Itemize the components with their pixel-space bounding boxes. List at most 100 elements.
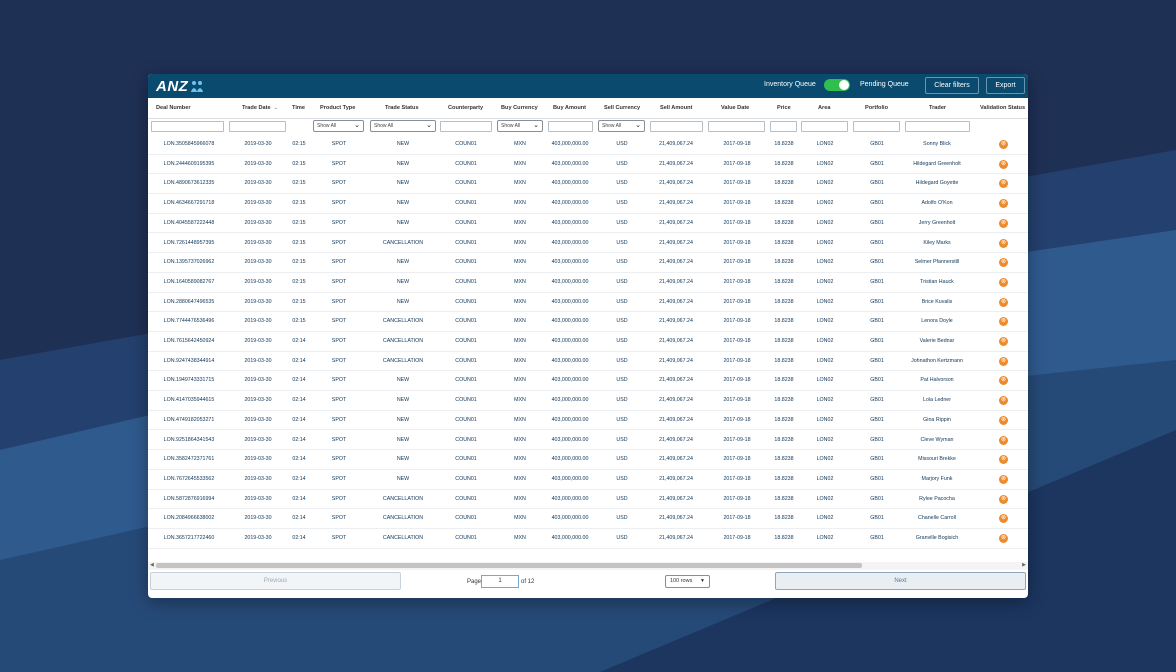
trade-status-filter[interactable]: Show All ⌄ <box>370 120 436 132</box>
col-trader[interactable]: Trader <box>929 105 946 111</box>
cell-buy-currency: MXN <box>514 180 526 187</box>
scroll-left-icon[interactable]: ◀ <box>150 562 154 568</box>
area-filter[interactable] <box>801 121 848 132</box>
cell-price: 18.8238 <box>774 219 794 226</box>
sort-icon[interactable]: ⌄ <box>274 105 278 111</box>
table-row[interactable]: LON.7672645533562 2019-03-30 02:14 SPOT NEW C… <box>148 470 1028 490</box>
col-trade-status[interactable]: Trade Status <box>385 105 419 111</box>
table-row[interactable]: LON.4634667291718 2019-03-30 02:15 SPOT NEW C… <box>148 194 1028 214</box>
col-buy-amount[interactable]: Buy Amount <box>553 105 586 111</box>
scrollbar-thumb[interactable] <box>156 563 862 568</box>
table-row[interactable]: LON.7744476536496 2019-03-30 02:15 SPOT CANC… <box>148 312 1028 332</box>
table-row[interactable]: LON.7615642450924 2019-03-30 02:14 SPOT CANC… <box>148 332 1028 352</box>
col-area[interactable]: Area <box>818 105 830 111</box>
col-product-type[interactable]: Product Type <box>320 105 355 111</box>
error-circle-icon[interactable]: ⊗ <box>999 140 1008 149</box>
export-button[interactable]: Export <box>986 77 1025 94</box>
error-circle-icon[interactable]: ⊗ <box>999 179 1008 189</box>
error-circle-icon[interactable]: ⊗ <box>999 159 1008 169</box>
table-row[interactable]: LON.3505845966078 2019-03-30 02:15 SPOT NEW C… <box>148 135 1028 155</box>
trader-filter[interactable] <box>905 121 970 132</box>
table-row[interactable]: LON.3657217722460 2019-03-30 02:14 SPOT CANC… <box>148 529 1028 549</box>
price-filter[interactable] <box>770 121 797 132</box>
table-row[interactable]: LON.9247438344914 2019-03-30 02:14 SPOT CANC… <box>148 352 1028 372</box>
previous-button[interactable]: Previous <box>150 572 401 590</box>
cell-counterparty: COUN01 <box>455 357 477 364</box>
col-sell-amount[interactable]: Sell Amount <box>660 105 692 111</box>
error-circle-icon[interactable]: ⊗ <box>999 277 1008 287</box>
error-circle-icon[interactable]: ⊗ <box>999 258 1008 268</box>
table-row[interactable]: LON.9251864341543 2019-03-30 02:14 SPOT NEW C… <box>148 431 1028 451</box>
cell-product-type: SPOT <box>331 239 347 246</box>
rows-per-page-select[interactable]: 100 rows ▼ <box>665 575 710 588</box>
value-date-filter[interactable] <box>708 121 765 132</box>
sell-amount-filter[interactable] <box>650 121 703 132</box>
cell-trade-date: 2019-03-30 <box>244 377 272 384</box>
trade-date-filter[interactable] <box>229 121 286 132</box>
error-circle-icon[interactable]: ⊗ <box>999 455 1008 465</box>
clear-filters-button[interactable]: Clear filters <box>925 77 979 94</box>
portfolio-filter[interactable] <box>853 121 900 132</box>
col-counterparty[interactable]: Counterparty <box>448 105 483 111</box>
col-time[interactable]: Time <box>292 105 305 111</box>
next-button[interactable]: Next <box>775 572 1026 590</box>
error-circle-icon[interactable]: ⊗ <box>999 356 1008 366</box>
cell-sell-amount: 21,409,067.24 <box>659 278 693 285</box>
col-portfolio[interactable]: Portfolio <box>865 105 888 111</box>
error-circle-icon[interactable]: ⊗ <box>999 435 1008 445</box>
table-row[interactable]: LON.2880647496535 2019-03-30 02:15 SPOT NEW C… <box>148 293 1028 313</box>
table-row[interactable]: LON.1949743331715 2019-03-30 02:14 SPOT NEW C… <box>148 371 1028 392</box>
col-price[interactable]: Price <box>777 105 791 111</box>
error-circle-icon[interactable]: ⊗ <box>999 218 1008 228</box>
deal-number-filter[interactable] <box>151 121 224 132</box>
table-row[interactable]: LON.3582472371761 2019-03-30 02:14 SPOT NEW C… <box>148 450 1028 470</box>
col-value-date[interactable]: Value Date <box>721 105 749 111</box>
cell-trader: Lola Ledner <box>923 397 951 404</box>
error-circle-icon[interactable]: ⊗ <box>999 317 1008 327</box>
scroll-right-icon[interactable]: ▶ <box>1022 562 1026 568</box>
col-validation-status[interactable]: Validation Status <box>980 105 1025 111</box>
table-row[interactable]: LON.1640589082767 2019-03-30 02:15 SPOT NEW C… <box>148 273 1028 293</box>
col-trade-date[interactable]: Trade Date ⌄ <box>242 105 278 111</box>
error-circle-icon[interactable]: ⊗ <box>999 199 1008 209</box>
table-row[interactable]: LON.4749182053271 2019-03-30 02:14 SPOT NEW C… <box>148 411 1028 431</box>
error-circle-icon[interactable]: ⊗ <box>999 396 1008 406</box>
error-circle-icon[interactable]: ⊗ <box>999 474 1008 484</box>
error-circle-icon[interactable]: ⊗ <box>999 494 1008 504</box>
queue-toggle[interactable] <box>824 79 850 91</box>
cell-trade-date: 2019-03-30 <box>244 357 272 364</box>
table-row[interactable]: LON.5872876916994 2019-03-30 02:14 SPOT CANC… <box>148 490 1028 510</box>
cell-portfolio: GB01 <box>870 436 884 443</box>
col-buy-currency[interactable]: Buy Currency <box>501 105 538 111</box>
cell-area: LON02 <box>816 180 834 187</box>
error-circle-icon[interactable]: ⊗ <box>999 514 1008 524</box>
table-row[interactable]: LON.2444609195395 2019-03-30 02:15 SPOT NEW C… <box>148 155 1028 175</box>
table-row[interactable]: LON.1395737026962 2019-03-30 02:15 SPOT NEW C… <box>148 253 1028 273</box>
product-type-filter[interactable]: Show All ⌄ <box>313 120 364 132</box>
table-row[interactable]: LON.4045587222448 2019-03-30 02:15 SPOT NEW C… <box>148 214 1028 234</box>
error-circle-icon[interactable]: ⊗ <box>999 534 1008 543</box>
cell-time: 02:15 <box>292 278 306 285</box>
cell-trader: Gina Rippin <box>923 416 951 423</box>
counterparty-filter[interactable] <box>440 121 492 132</box>
horizontal-scrollbar[interactable]: ◀ ▶ <box>148 562 1028 570</box>
sell-currency-filter[interactable]: Show All ⌄ <box>598 120 645 132</box>
buy-currency-filter[interactable]: Show All ⌄ <box>497 120 543 132</box>
error-circle-icon[interactable]: ⊗ <box>999 297 1008 307</box>
table-row[interactable]: LON.4147035944615 2019-03-30 02:14 SPOT NEW C… <box>148 391 1028 411</box>
error-circle-icon[interactable]: ⊗ <box>999 238 1008 248</box>
table-row[interactable]: LON.2084966638002 2019-03-30 02:14 SPOT CANC… <box>148 509 1028 529</box>
error-circle-icon[interactable]: ⊗ <box>999 337 1008 346</box>
cell-price: 18.8238 <box>774 200 794 207</box>
page-input[interactable]: 1 <box>481 575 519 588</box>
col-deal-number[interactable]: Deal Number <box>156 105 191 111</box>
table-row[interactable]: LON.7261448957395 2019-03-30 02:15 SPOT CANC… <box>148 234 1028 254</box>
cell-trader: Hildegard Goyette <box>915 180 959 187</box>
cell-trade-status: CANCELLATION <box>382 495 424 502</box>
col-sell-currency[interactable]: Sell Currency <box>604 105 640 111</box>
error-circle-icon[interactable]: ⊗ <box>999 376 1008 386</box>
error-circle-icon[interactable]: ⊗ <box>999 415 1008 425</box>
cell-sell-amount: 21,409,067.24 <box>659 456 693 463</box>
table-row[interactable]: LON.4890673612335 2019-03-30 02:15 SPOT NEW C… <box>148 174 1028 195</box>
buy-amount-filter[interactable] <box>548 121 593 132</box>
